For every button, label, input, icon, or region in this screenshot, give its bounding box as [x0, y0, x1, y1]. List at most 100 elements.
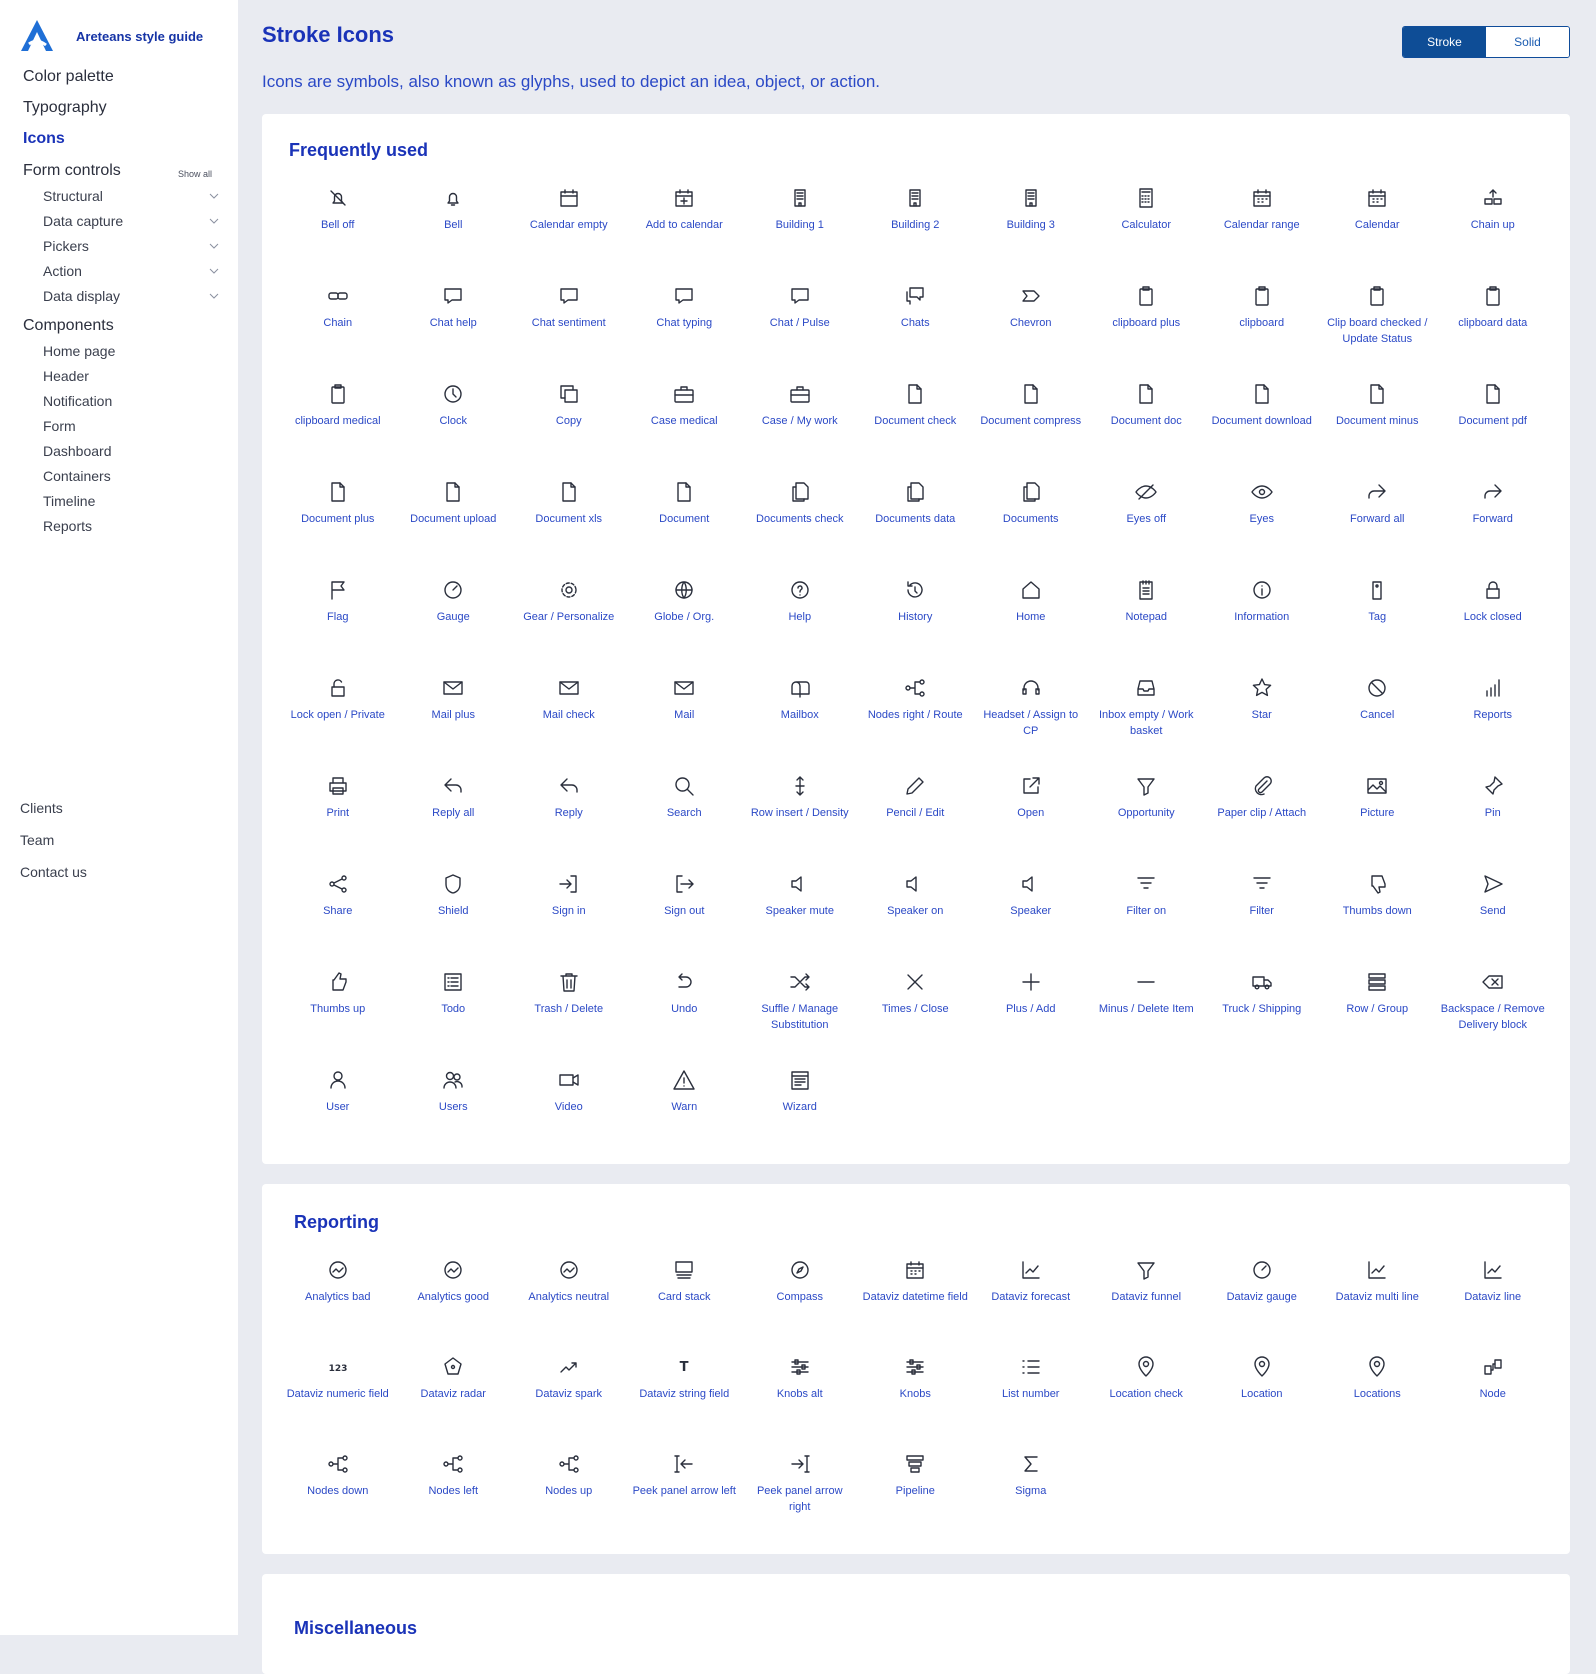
icon-tile[interactable]: Cancel — [1320, 670, 1436, 768]
icon-tile[interactable]: Plus / Add — [973, 964, 1089, 1062]
icon-tile[interactable]: Speaker on — [858, 866, 974, 964]
icon-tile[interactable]: Card stack — [627, 1252, 743, 1349]
icon-tile[interactable]: Knobs — [858, 1349, 974, 1446]
icon-tile[interactable]: Wizard — [742, 1062, 858, 1160]
icon-tile[interactable]: History — [858, 572, 974, 670]
icon-tile[interactable]: 123 Dataviz numeric field — [280, 1349, 396, 1446]
icon-tile[interactable]: User — [280, 1062, 396, 1160]
icon-tile[interactable]: Case / My work — [742, 376, 858, 474]
icon-tile[interactable]: Mail check — [511, 670, 627, 768]
icon-tile[interactable]: Documents — [973, 474, 1089, 572]
icon-tile[interactable]: Minus / Delete Item — [1089, 964, 1205, 1062]
icon-tile[interactable]: Open — [973, 768, 1089, 866]
icon-tile[interactable]: Calendar — [1320, 180, 1436, 278]
icon-tile[interactable]: Document plus — [280, 474, 396, 572]
icon-tile[interactable]: Document check — [858, 376, 974, 474]
icon-tile[interactable]: Nodes right / Route — [858, 670, 974, 768]
icon-tile[interactable]: Chevron — [973, 278, 1089, 376]
icon-tile[interactable]: Backspace / Remove Delivery block — [1435, 964, 1551, 1062]
nav-components[interactable]: Components — [23, 317, 114, 335]
icon-tile[interactable]: Pin — [1435, 768, 1551, 866]
icon-tile[interactable]: Nodes left — [396, 1446, 512, 1543]
icon-tile[interactable]: Chat / Pulse — [742, 278, 858, 376]
icon-tile[interactable]: Analytics neutral — [511, 1252, 627, 1349]
icon-tile[interactable]: Headset / Assign to CP — [973, 670, 1089, 768]
nav-typography[interactable]: Typography — [23, 99, 107, 117]
nav-reports[interactable]: Reports — [43, 518, 219, 534]
icon-tile[interactable]: Peek panel arrow left — [627, 1446, 743, 1543]
icon-tile[interactable]: Dataviz datetime field — [858, 1252, 974, 1349]
icon-tile[interactable]: Mail plus — [396, 670, 512, 768]
logo[interactable]: Areteans style guide — [19, 18, 203, 54]
icon-tile[interactable]: Reply all — [396, 768, 512, 866]
icon-tile[interactable]: Locations — [1320, 1349, 1436, 1446]
toggle-solid-button[interactable]: Solid — [1486, 27, 1569, 57]
icon-tile[interactable]: Document compress — [973, 376, 1089, 474]
nav-dashboard[interactable]: Dashboard — [43, 443, 219, 459]
icon-tile[interactable]: Clip board checked / Update Status — [1320, 278, 1436, 376]
nav-header[interactable]: Header — [43, 368, 219, 384]
icon-tile[interactable]: Analytics bad — [280, 1252, 396, 1349]
icon-tile[interactable]: Location check — [1089, 1349, 1205, 1446]
icon-tile[interactable]: Dataviz radar — [396, 1349, 512, 1446]
nav-home-page[interactable]: Home page — [43, 343, 219, 359]
icon-tile[interactable]: Bell off — [280, 180, 396, 278]
icon-tile[interactable]: Undo — [627, 964, 743, 1062]
icon-tile[interactable]: Knobs alt — [742, 1349, 858, 1446]
icon-tile[interactable]: Opportunity — [1089, 768, 1205, 866]
nav-data-capture[interactable]: Data capture — [43, 213, 219, 229]
icon-tile[interactable]: Nodes up — [511, 1446, 627, 1543]
icon-tile[interactable]: clipboard — [1204, 278, 1320, 376]
icon-tile[interactable]: Dataviz spark — [511, 1349, 627, 1446]
icon-tile[interactable]: List number — [973, 1349, 1089, 1446]
icon-tile[interactable]: Notepad — [1089, 572, 1205, 670]
icon-tile[interactable]: Building 2 — [858, 180, 974, 278]
icon-tile[interactable]: Case medical — [627, 376, 743, 474]
nav-team[interactable]: Team — [20, 832, 54, 848]
icon-tile[interactable]: Chat typing — [627, 278, 743, 376]
icon-tile[interactable]: Mail — [627, 670, 743, 768]
icon-tile[interactable]: Dataviz funnel — [1089, 1252, 1205, 1349]
icon-tile[interactable]: clipboard plus — [1089, 278, 1205, 376]
icon-tile[interactable]: Chat help — [396, 278, 512, 376]
icon-tile[interactable]: Globe / Org. — [627, 572, 743, 670]
nav-structural[interactable]: Structural — [43, 188, 219, 204]
icon-tile[interactable]: Building 3 — [973, 180, 1089, 278]
icon-tile[interactable]: Building 1 — [742, 180, 858, 278]
icon-tile[interactable]: Shield — [396, 866, 512, 964]
icon-tile[interactable]: Print — [280, 768, 396, 866]
icon-tile[interactable]: Chain — [280, 278, 396, 376]
icon-tile[interactable]: Row / Group — [1320, 964, 1436, 1062]
nav-form[interactable]: Form — [43, 418, 219, 434]
icon-tile[interactable]: Eyes off — [1089, 474, 1205, 572]
icon-tile[interactable]: Thumbs down — [1320, 866, 1436, 964]
nav-timeline[interactable]: Timeline — [43, 493, 219, 509]
icon-tile[interactable]: Home — [973, 572, 1089, 670]
icon-tile[interactable]: Node — [1435, 1349, 1551, 1446]
icon-tile[interactable]: Sign in — [511, 866, 627, 964]
icon-tile[interactable]: Mailbox — [742, 670, 858, 768]
icon-tile[interactable]: Copy — [511, 376, 627, 474]
icon-tile[interactable]: Search — [627, 768, 743, 866]
icon-tile[interactable]: Peek panel arrow right — [742, 1446, 858, 1543]
icon-tile[interactable]: Times / Close — [858, 964, 974, 1062]
icon-tile[interactable]: Clock — [396, 376, 512, 474]
icon-tile[interactable]: Document minus — [1320, 376, 1436, 474]
icon-tile[interactable]: Documents data — [858, 474, 974, 572]
icon-tile[interactable]: Bell — [396, 180, 512, 278]
icon-tile[interactable]: Document doc — [1089, 376, 1205, 474]
icon-tile[interactable]: Calendar range — [1204, 180, 1320, 278]
toggle-stroke-button[interactable]: Stroke — [1403, 27, 1486, 57]
icon-tile[interactable]: Document pdf — [1435, 376, 1551, 474]
nav-notification[interactable]: Notification — [43, 393, 219, 409]
icon-tile[interactable]: Star — [1204, 670, 1320, 768]
icon-tile[interactable]: Send — [1435, 866, 1551, 964]
icon-tile[interactable]: Reports — [1435, 670, 1551, 768]
icon-tile[interactable]: Trash / Delete — [511, 964, 627, 1062]
icon-tile[interactable]: Analytics good — [396, 1252, 512, 1349]
icon-tile[interactable]: Lock closed — [1435, 572, 1551, 670]
icon-tile[interactable]: Chat sentiment — [511, 278, 627, 376]
icon-tile[interactable]: Forward — [1435, 474, 1551, 572]
icon-tile[interactable]: Speaker mute — [742, 866, 858, 964]
icon-tile[interactable]: Filter — [1204, 866, 1320, 964]
